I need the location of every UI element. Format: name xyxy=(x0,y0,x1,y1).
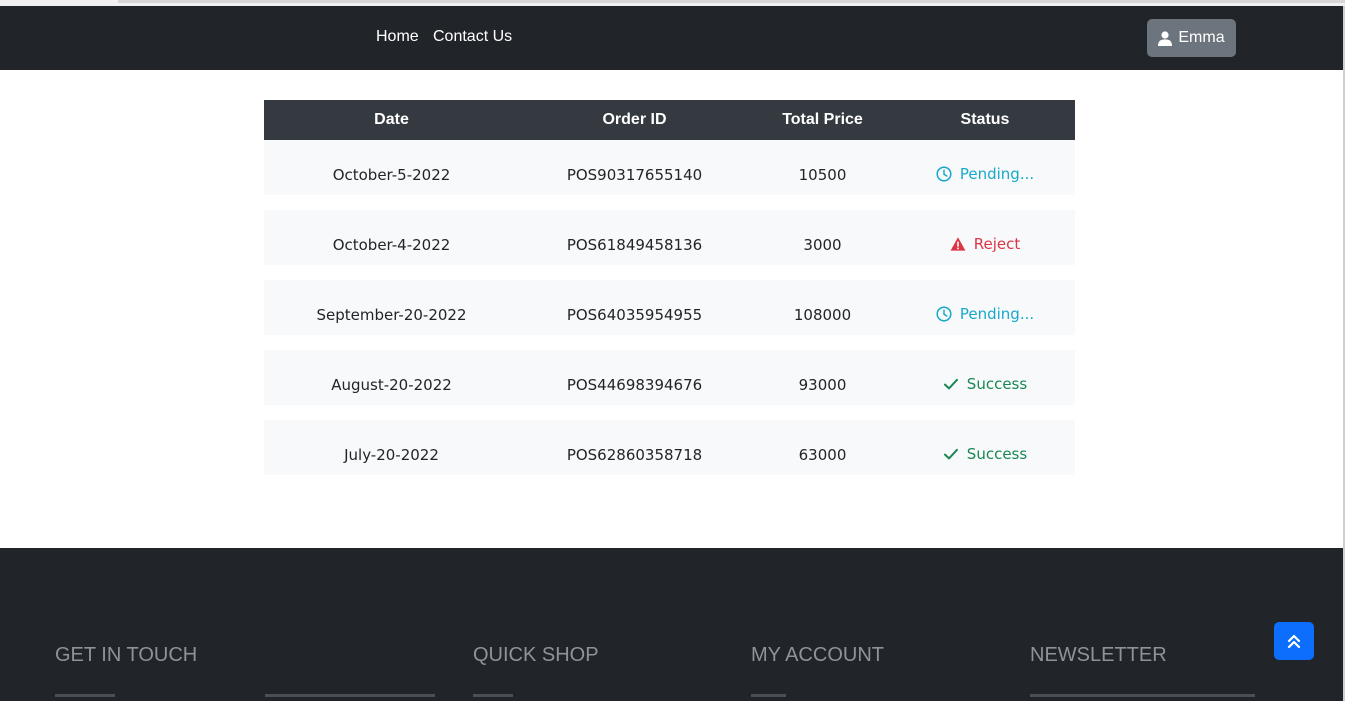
user-account-button[interactable]: Emma xyxy=(1147,19,1236,57)
row-top-padding xyxy=(264,350,1075,365)
status-badge: Reject xyxy=(950,234,1021,253)
footer-heading-my-account: MY ACCOUNT xyxy=(751,644,884,666)
table-row: July-20-2022 POS62860358718 63000 Success xyxy=(264,435,1075,475)
table-row: October-5-2022 POS90317655140 10500 Pending… xyxy=(264,155,1075,195)
warning-icon xyxy=(950,236,966,252)
browser-scroll-track xyxy=(118,0,1345,3)
row-top-padding xyxy=(264,210,1075,225)
user-name-label: Emma xyxy=(1178,29,1225,46)
table-header-row: Date Order ID Total Price Status xyxy=(264,100,1075,140)
back-to-top-button[interactable] xyxy=(1274,622,1314,660)
row-padding-cell xyxy=(264,140,1075,155)
order-id-cell: POS61849458136 xyxy=(519,225,750,265)
nav-link-contact-us[interactable]: Contact Us xyxy=(433,28,512,46)
status-cell: Success xyxy=(895,365,1075,405)
footer-text-cutoff xyxy=(751,694,786,697)
footer-heading-newsletter: NEWSLETTER xyxy=(1030,644,1167,666)
row-padding-cell xyxy=(264,420,1075,435)
total-price-cell: 10500 xyxy=(750,155,895,195)
order-date-cell: October-4-2022 xyxy=(264,225,519,265)
total-price-cell: 3000 xyxy=(750,225,895,265)
nav-link-home[interactable]: Home xyxy=(376,28,419,46)
footer-heading-quick-shop: QUICK SHOP xyxy=(473,644,599,666)
clock-icon xyxy=(936,165,952,182)
check-icon xyxy=(943,376,959,392)
status-badge: Success xyxy=(943,375,1027,393)
user-icon xyxy=(1158,30,1173,46)
status-label: Success xyxy=(966,444,1028,463)
table-row: October-4-2022 POS61849458136 3000 Reject xyxy=(264,225,1075,265)
table-row: August-20-2022 POS44698394676 93000 Success xyxy=(264,365,1075,405)
status-badge: Pending... xyxy=(936,165,1034,183)
total-price-cell: 93000 xyxy=(750,365,895,405)
row-gap-cell xyxy=(264,195,1075,210)
row-gap-cell xyxy=(264,335,1075,350)
table-row: September-20-2022 POS64035954955 108000 Pen… xyxy=(264,295,1075,335)
column-header-date: Date xyxy=(264,100,519,140)
row-padding-cell xyxy=(264,350,1075,365)
row-gap xyxy=(264,335,1075,350)
footer-text-cutoff xyxy=(1030,694,1255,697)
total-price-cell: 63000 xyxy=(750,435,895,475)
order-date-cell: October-5-2022 xyxy=(264,155,519,195)
status-badge: Pending... xyxy=(936,305,1034,323)
row-gap xyxy=(264,195,1075,210)
order-date-cell: August-20-2022 xyxy=(264,365,519,405)
footer-text-cutoff xyxy=(473,694,513,697)
top-navbar: Home Contact Us Emma xyxy=(0,6,1343,70)
row-gap-cell xyxy=(264,265,1075,280)
row-gap xyxy=(264,405,1075,420)
row-gap xyxy=(264,265,1075,280)
column-header-order-id: Order ID xyxy=(519,100,750,140)
status-cell: Success xyxy=(895,435,1075,475)
page-footer: GET IN TOUCH QUICK SHOP MY ACCOUNT NEWSL… xyxy=(0,548,1343,701)
order-date-cell: July-20-2022 xyxy=(264,435,519,475)
order-date-cell: September-20-2022 xyxy=(264,295,519,335)
row-padding-cell xyxy=(264,210,1075,225)
clock-icon xyxy=(936,305,952,322)
footer-text-cutoff xyxy=(55,694,115,697)
orders-table: Date Order ID Total Price Status October… xyxy=(264,100,1075,475)
status-label: Pending... xyxy=(959,164,1035,183)
order-id-cell: POS90317655140 xyxy=(519,155,750,195)
status-cell: Pending... xyxy=(895,295,1075,335)
order-id-cell: POS64035954955 xyxy=(519,295,750,335)
double-chevron-up-icon xyxy=(1287,633,1301,649)
order-id-cell: POS62860358718 xyxy=(519,435,750,475)
status-label: Success xyxy=(966,374,1028,393)
status-label: Pending... xyxy=(959,304,1035,323)
row-padding-cell xyxy=(264,280,1075,295)
column-header-total-price: Total Price xyxy=(750,100,895,140)
status-badge: Success xyxy=(943,445,1027,463)
footer-text-cutoff xyxy=(265,694,435,697)
row-top-padding xyxy=(264,280,1075,295)
total-price-cell: 108000 xyxy=(750,295,895,335)
row-top-padding xyxy=(264,420,1075,435)
row-gap-cell xyxy=(264,405,1075,420)
row-top-padding xyxy=(264,140,1075,155)
footer-heading-get-in-touch: GET IN TOUCH xyxy=(55,644,198,666)
status-label: Reject xyxy=(973,234,1021,253)
status-cell: Reject xyxy=(895,225,1075,265)
column-header-status: Status xyxy=(895,100,1075,140)
order-id-cell: POS44698394676 xyxy=(519,365,750,405)
status-cell: Pending... xyxy=(895,155,1075,195)
check-icon xyxy=(943,446,959,462)
